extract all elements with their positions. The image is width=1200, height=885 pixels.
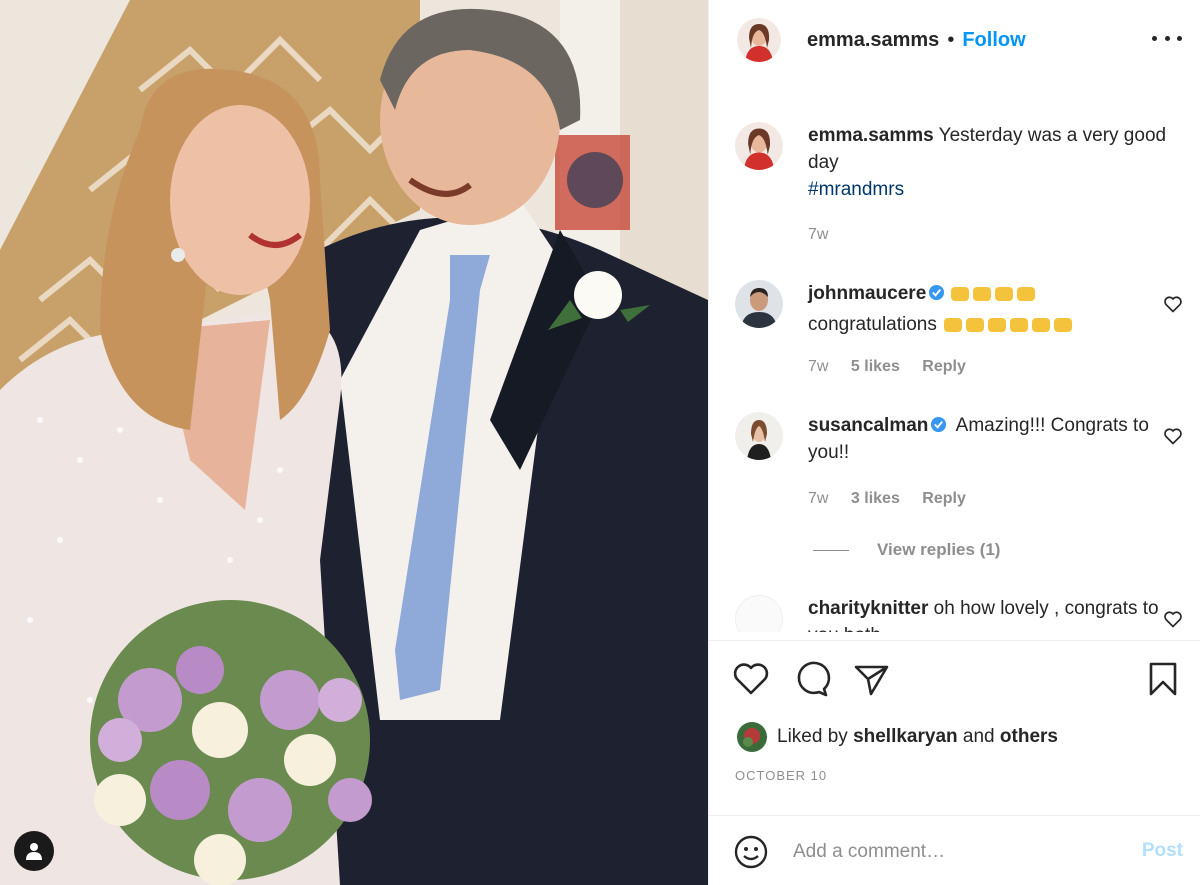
comment-bubble-icon[interactable] (791, 659, 831, 699)
comment-username[interactable]: johnmaucere (808, 283, 926, 304)
liked-by-user[interactable]: shellkaryan (853, 726, 958, 748)
replies-divider-line (813, 549, 849, 551)
post-photo[interactable] (0, 0, 708, 885)
liked-by: Liked by shellkaryan and others (737, 722, 1058, 752)
view-replies-button[interactable]: View replies (1) (813, 540, 1000, 560)
comments-list[interactable]: emma.samms Yesterday was a very good day… (709, 80, 1200, 632)
liked-by-others[interactable]: others (1000, 726, 1058, 748)
like-heart-icon[interactable] (731, 659, 771, 699)
comment-username[interactable]: susancalman (808, 415, 928, 436)
raising-hands-emoji-icon (949, 281, 1041, 311)
comment-username[interactable]: charityknitter (808, 598, 928, 619)
like-comment-heart-icon[interactable] (1163, 426, 1183, 446)
caption-time[interactable]: 7w (808, 226, 828, 243)
reply-button[interactable]: Reply (922, 490, 966, 507)
commenter-avatar[interactable] (735, 280, 783, 328)
post-date[interactable]: OCTOBER 10 (735, 768, 827, 783)
author-username[interactable]: emma.samms (807, 29, 939, 52)
share-send-icon[interactable] (851, 659, 891, 699)
verified-badge-icon (929, 284, 945, 301)
post-comment-button[interactable]: Post (1142, 840, 1183, 862)
like-comment-heart-icon[interactable] (1163, 609, 1183, 629)
author-avatar[interactable] (735, 122, 783, 170)
liked-by-and: and (962, 726, 995, 747)
save-bookmark-icon[interactable] (1143, 659, 1183, 699)
commenter-avatar[interactable] (735, 595, 783, 632)
post-panel: emma.samms • Follow emma.samms Yesterday… (708, 0, 1200, 885)
comment-likes[interactable]: 5 likes (851, 358, 900, 375)
comment-text: congratulations (808, 314, 937, 335)
comment-likes[interactable]: 3 likes (851, 490, 900, 507)
verified-badge-icon (931, 416, 947, 433)
commenter-avatar[interactable] (735, 412, 783, 460)
more-options-icon[interactable] (1152, 28, 1182, 48)
raising-hands-emoji-icon (942, 312, 1074, 342)
emoji-smile-icon[interactable] (733, 834, 769, 870)
like-comment-heart-icon[interactable] (1163, 294, 1183, 314)
comment-time[interactable]: 7w (808, 358, 828, 375)
liked-by-prefix: Liked by (777, 726, 848, 747)
comment-meta: 7w 5 likes Reply (808, 358, 984, 376)
comment-body: charityknitter oh how lovely , congrats … (808, 595, 1168, 632)
add-comment-input[interactable] (793, 836, 1123, 868)
caption-username[interactable]: emma.samms (808, 125, 934, 146)
liker-avatar[interactable] (737, 722, 767, 752)
post-header: emma.samms • Follow (709, 0, 1200, 80)
caption-meta: 7w (808, 226, 846, 244)
author-avatar[interactable] (737, 18, 781, 62)
follow-button[interactable]: Follow (962, 29, 1025, 52)
comment-body: johnmaucere congratulations (808, 280, 1168, 342)
view-replies-label: View replies (1) (877, 540, 1001, 559)
comment-meta: 7w 3 likes Reply (808, 490, 984, 508)
separator-dot: • (947, 28, 955, 51)
comment-body: susancalman Amazing!!! Congrats to you!! (808, 412, 1168, 466)
reply-button[interactable]: Reply (922, 358, 966, 375)
comment-time[interactable]: 7w (808, 490, 828, 507)
add-comment-bar: Post (709, 815, 1200, 885)
post-actions-bar (709, 640, 1200, 720)
hashtag-link[interactable]: #mrandmrs (808, 179, 904, 200)
tagged-users-button[interactable] (14, 831, 54, 871)
caption-body: emma.samms Yesterday was a very good day… (808, 122, 1168, 203)
user-icon (26, 843, 42, 860)
